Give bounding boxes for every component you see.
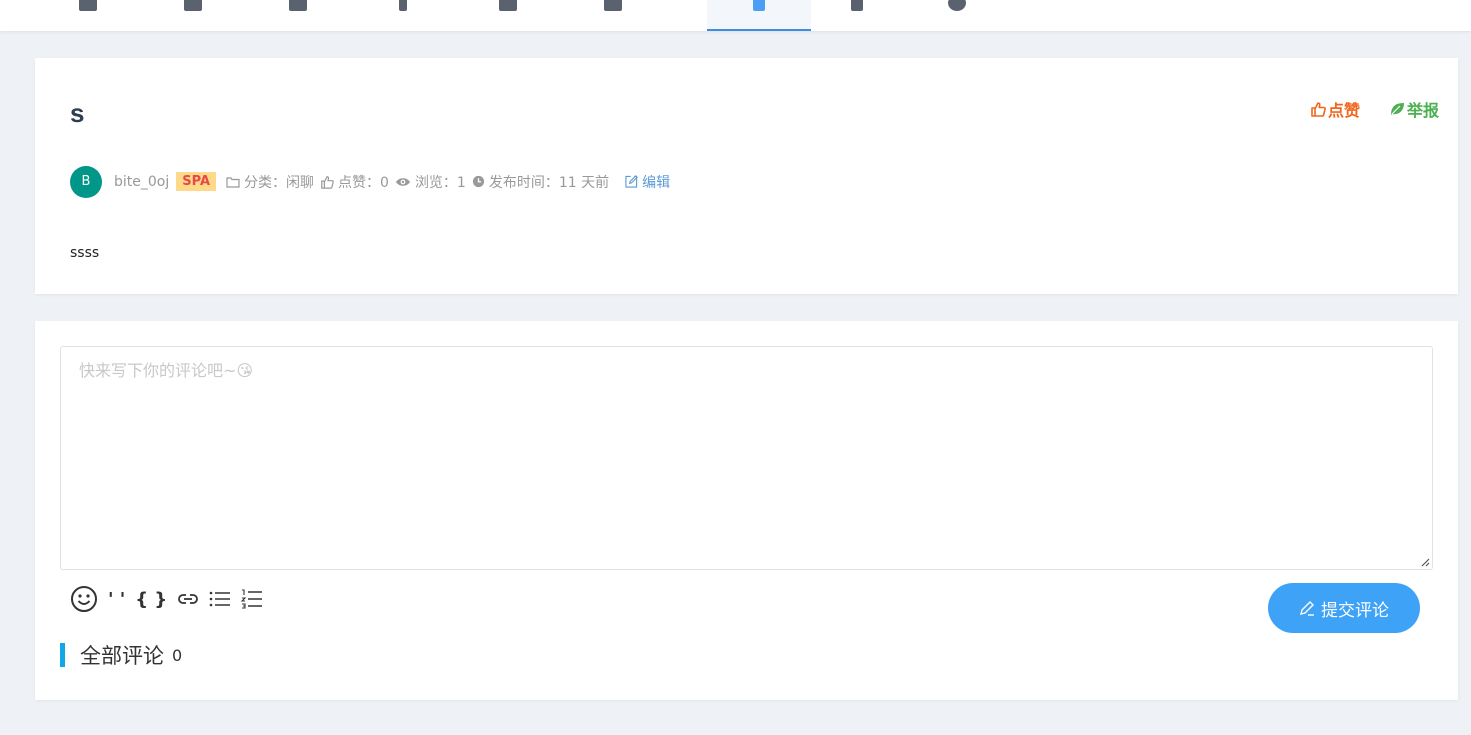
publish-text: 发布时间：11 天前 bbox=[488, 174, 610, 191]
chat-icon bbox=[753, 0, 765, 11]
eye-icon bbox=[395, 176, 411, 188]
nav-item-6[interactable] bbox=[561, 0, 665, 31]
avatar[interactable]: B bbox=[70, 165, 102, 198]
code-button[interactable]: { } bbox=[135, 589, 167, 610]
chart-icon bbox=[604, 0, 622, 11]
like-button[interactable]: 点赞 bbox=[1310, 97, 1360, 121]
post-body: ssss bbox=[70, 245, 100, 261]
nav-item-8[interactable] bbox=[805, 0, 909, 31]
likes-count: 点赞：0 bbox=[320, 172, 389, 192]
nav-item-1[interactable] bbox=[36, 0, 140, 31]
folder-icon bbox=[226, 176, 240, 188]
report-button[interactable]: 举报 bbox=[1389, 97, 1439, 121]
bookmark-icon bbox=[851, 0, 863, 11]
top-navigation bbox=[0, 0, 1471, 31]
like-label: 点赞 bbox=[1327, 101, 1360, 120]
nav-item-5[interactable] bbox=[456, 0, 560, 31]
bullet-list-button[interactable] bbox=[209, 590, 231, 608]
nav-item-2[interactable] bbox=[141, 0, 245, 31]
views-text: 浏览：1 bbox=[414, 174, 466, 191]
grid-icon bbox=[79, 0, 97, 11]
grid-icon bbox=[184, 0, 202, 11]
section-accent-bar bbox=[60, 643, 65, 667]
likes-text: 点赞：0 bbox=[338, 174, 389, 191]
edit-link[interactable]: 编辑 bbox=[625, 172, 670, 192]
thumbs-up-icon bbox=[320, 175, 334, 189]
comment-count: 0 bbox=[172, 645, 183, 665]
edit-icon bbox=[625, 175, 638, 188]
document-icon bbox=[289, 0, 307, 11]
all-comments-header: 全部评论 0 bbox=[60, 643, 183, 668]
submit-label: 提交评论 bbox=[1321, 600, 1389, 621]
post-title: s bbox=[70, 98, 85, 128]
thumbs-up-icon bbox=[1311, 102, 1326, 117]
publish-time: 发布时间：11 天前 bbox=[472, 172, 609, 192]
submit-comment-button[interactable]: 提交评论 bbox=[1268, 583, 1420, 633]
nav-item-9[interactable] bbox=[905, 0, 1009, 31]
info-icon bbox=[948, 0, 966, 11]
nav-item-3[interactable] bbox=[246, 0, 350, 31]
report-label: 举报 bbox=[1406, 101, 1439, 120]
comment-box bbox=[60, 346, 1433, 570]
nav-item-4[interactable] bbox=[351, 0, 455, 31]
link-button[interactable] bbox=[177, 592, 199, 606]
user-badge: SPA bbox=[176, 172, 217, 191]
emoji-button[interactable] bbox=[70, 585, 98, 613]
numbered-list-button[interactable] bbox=[241, 589, 263, 609]
comment-card: ' ' { } 提交评论 全部评论 0 bbox=[35, 321, 1458, 700]
clock-icon bbox=[472, 175, 485, 188]
link-icon bbox=[178, 594, 199, 604]
leaf-icon bbox=[1390, 103, 1404, 115]
quote-button[interactable]: ' ' bbox=[108, 589, 125, 610]
numbered-list-icon bbox=[241, 589, 263, 609]
bullet-list-icon bbox=[209, 591, 231, 607]
post-meta: B bite_0oj SPA 分类：闲聊 点赞：0 浏览：1 发布时间：11 天… bbox=[70, 165, 670, 198]
category: 分类：闲聊 bbox=[226, 172, 314, 192]
section-title: 全部评论 bbox=[80, 644, 164, 668]
post-card: s 点赞 举报 B bite_0oj SPA 分类：闲聊 点赞：0 浏览：1 发… bbox=[35, 58, 1458, 294]
resize-handle-icon[interactable] bbox=[1420, 557, 1430, 567]
views-count: 浏览：1 bbox=[395, 172, 466, 192]
pen-icon bbox=[1300, 601, 1314, 616]
comment-toolbar: ' ' { } bbox=[70, 583, 263, 615]
category-text: 分类：闲聊 bbox=[244, 174, 315, 191]
comment-input[interactable] bbox=[61, 347, 1432, 569]
smiley-icon bbox=[71, 586, 97, 612]
list-icon bbox=[499, 0, 517, 11]
pen-icon bbox=[399, 0, 407, 11]
nav-item-discuss[interactable] bbox=[707, 0, 811, 31]
edit-label: 编辑 bbox=[642, 174, 671, 191]
author-name[interactable]: bite_0oj bbox=[114, 174, 169, 190]
